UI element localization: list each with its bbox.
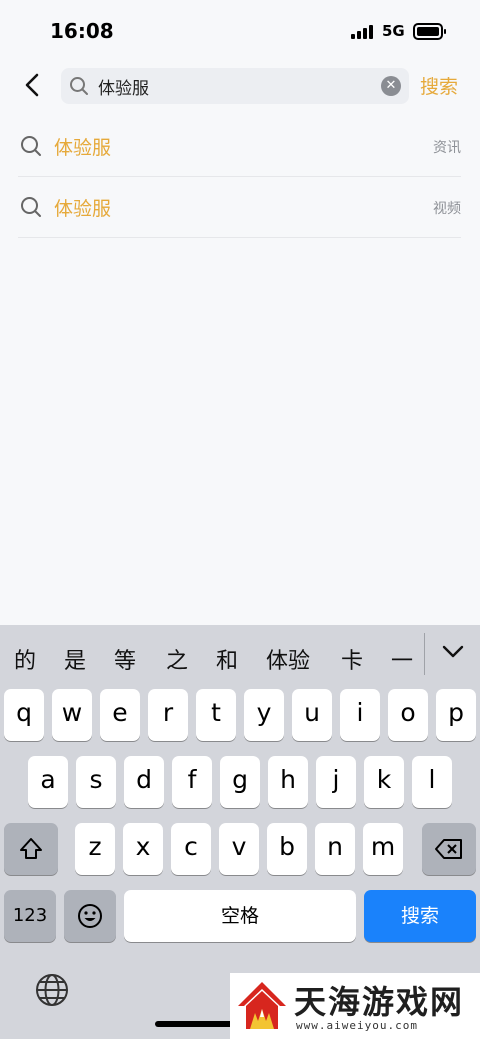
clear-icon[interactable]: ✕ <box>381 76 401 96</box>
search-icon <box>69 76 89 96</box>
key-z[interactable]: z <box>75 823 115 875</box>
key-y[interactable]: y <box>244 689 284 741</box>
suggestion-item[interactable]: 体验服 视频 <box>18 177 461 238</box>
back-icon[interactable] <box>22 72 44 98</box>
globe-icon[interactable] <box>34 972 70 1008</box>
signal-icon <box>351 25 375 39</box>
status-bar: 16:08 5G <box>0 0 480 62</box>
candidate-word[interactable]: 卡 <box>341 643 363 675</box>
key-w[interactable]: w <box>52 689 92 741</box>
key-u[interactable]: u <box>292 689 332 741</box>
suggestion-tag: 资讯 <box>433 140 461 156</box>
watermark-url: www.aiweiyou.com <box>296 1019 418 1032</box>
search-icon <box>20 196 42 218</box>
suggestion-text: 体验服 <box>54 198 112 220</box>
candidate-divider <box>424 633 425 675</box>
key-p[interactable]: p <box>436 689 476 741</box>
candidate-word[interactable]: 的 <box>14 643 36 675</box>
suggestion-list: 体验服 资讯 体验服 视频 <box>18 116 461 238</box>
network-label: 5G <box>382 22 405 40</box>
watermark: 天海游戏网 www.aiweiyou.com <box>230 973 480 1039</box>
suggestion-tag: 视频 <box>433 201 461 217</box>
chevron-down-icon[interactable] <box>440 641 466 661</box>
key-i[interactable]: i <box>340 689 380 741</box>
key-x[interactable]: x <box>123 823 163 875</box>
key-b[interactable]: b <box>267 823 307 875</box>
battery-icon <box>413 23 446 40</box>
key-k[interactable]: k <box>364 756 404 808</box>
key-f[interactable]: f <box>172 756 212 808</box>
candidate-bar: 的 是 等 之 和 体验 卡 一 <box>0 625 480 689</box>
key-s[interactable]: s <box>76 756 116 808</box>
site-logo-icon <box>236 979 288 1033</box>
key-r[interactable]: r <box>148 689 188 741</box>
key-e[interactable]: e <box>100 689 140 741</box>
candidate-word[interactable]: 体验 <box>266 643 310 675</box>
watermark-name: 天海游戏网 <box>294 983 465 1021</box>
key-j[interactable]: j <box>316 756 356 808</box>
key-v[interactable]: v <box>219 823 259 875</box>
search-button[interactable]: 搜索 <box>420 72 458 99</box>
space-key[interactable]: 空格 <box>124 890 356 942</box>
key-a[interactable]: a <box>28 756 68 808</box>
key-c[interactable]: c <box>171 823 211 875</box>
key-h[interactable]: h <box>268 756 308 808</box>
keyboard-search-key[interactable]: 搜索 <box>364 890 476 942</box>
shift-key[interactable] <box>4 823 58 875</box>
candidate-word[interactable]: 一 <box>391 643 413 675</box>
candidate-word[interactable]: 是 <box>64 643 86 675</box>
backspace-key[interactable] <box>422 823 476 875</box>
search-input[interactable] <box>98 68 368 104</box>
search-box[interactable]: ✕ <box>61 68 409 104</box>
key-d[interactable]: d <box>124 756 164 808</box>
candidate-word[interactable]: 等 <box>114 643 136 675</box>
key-t[interactable]: t <box>196 689 236 741</box>
key-l[interactable]: l <box>412 756 452 808</box>
numbers-key[interactable]: 123 <box>4 890 56 942</box>
key-g[interactable]: g <box>220 756 260 808</box>
suggestion-text: 体验服 <box>54 137 112 159</box>
status-time: 16:08 <box>50 19 114 43</box>
search-icon <box>20 135 42 157</box>
candidate-word[interactable]: 和 <box>216 643 238 675</box>
key-n[interactable]: n <box>315 823 355 875</box>
key-m[interactable]: m <box>363 823 403 875</box>
candidate-word[interactable]: 之 <box>166 643 188 675</box>
suggestion-item[interactable]: 体验服 资讯 <box>18 116 461 177</box>
emoji-key[interactable] <box>64 890 116 942</box>
key-o[interactable]: o <box>388 689 428 741</box>
key-q[interactable]: q <box>4 689 44 741</box>
